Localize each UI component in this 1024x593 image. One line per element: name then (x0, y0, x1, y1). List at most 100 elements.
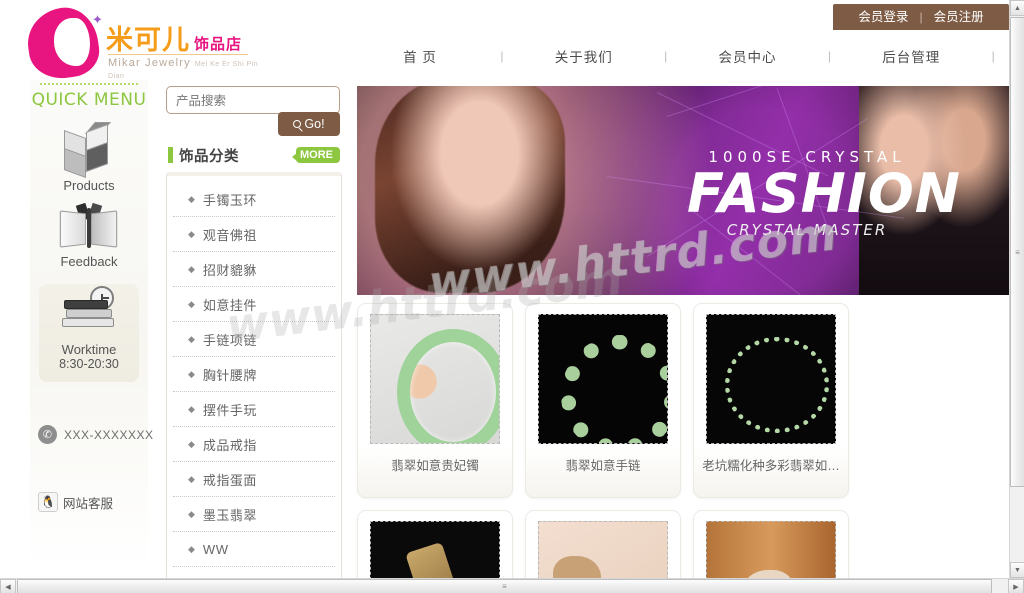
nav-separator: | (500, 49, 504, 63)
logo-brand-shop: 饰品店 (194, 35, 243, 53)
diamond-bullet-icon: ◆ (188, 543, 195, 554)
nav-separator: | (827, 49, 831, 63)
clock-books-icon (58, 286, 120, 340)
category-item[interactable]: ◆ 手镯玉环 (173, 182, 335, 217)
member-login-button[interactable]: 会员登录 (847, 4, 919, 30)
product-thumbnail (370, 314, 500, 444)
category-item[interactable]: ◆ 手链项链 (173, 322, 335, 357)
category-item[interactable]: ◆ 墨玉翡翠 (173, 497, 335, 532)
vertical-scrollbar[interactable]: ▲ ≡ ▼ (1009, 0, 1024, 578)
scroll-left-arrow-icon[interactable]: ◀ (0, 579, 16, 593)
hero-banner[interactable]: 1000SE CRYSTAL FASHION CRYSTAL MASTER ww… (357, 86, 1009, 295)
diamond-bullet-icon: ◆ (188, 193, 195, 204)
nav-item-about-us[interactable]: 关于我们 (519, 46, 649, 66)
qq-icon: 🐧 (38, 492, 58, 512)
quick-menu-item-feedback[interactable]: Feedback (39, 202, 139, 269)
category-item[interactable]: ◆ 胸针腰牌 (173, 357, 335, 392)
diamond-bullet-icon: ◆ (188, 403, 195, 414)
diamond-bullet-icon: ◆ (188, 368, 195, 379)
site-logo[interactable]: ✦ 米可儿 饰品店 Mikar Jewelry Mei Ke Er Shi Pin … (20, 3, 260, 83)
book-icon (59, 202, 118, 252)
banner-model-left (375, 86, 565, 293)
category-item[interactable]: ◆ 摆件手玩 (173, 392, 335, 427)
banner-text: 1000SE CRYSTAL FASHION CRYSTAL MASTER (687, 148, 961, 239)
category-title: 饰品分类 (179, 148, 239, 165)
category-list: ◆ 手镯玉环 ◆ 观音佛祖 ◆ 招财貔貅 ◆ 如意挂件 ◆ 手链项链 ◆ 胸针腰牌 ◆ 摆件手玩 ◆ 成品戒指… (167, 176, 341, 567)
contact-phone-number: XXX-XXXXXXX (64, 427, 154, 442)
customer-service-label: 网站客服 (63, 496, 114, 511)
scroll-down-arrow-icon[interactable]: ▼ (1010, 562, 1024, 578)
category-item[interactable]: ◆ 如意挂件 (173, 287, 335, 322)
diamond-bullet-icon: ◆ (188, 508, 195, 519)
member-register-button[interactable]: 会员注册 (923, 4, 995, 30)
quick-menu-dotted-rule (40, 83, 138, 85)
horizontal-scrollbar-thumb[interactable]: ≡ (17, 579, 992, 593)
quick-menu-item-worktime[interactable]: Worktime 8:30-20:30 (39, 284, 139, 382)
diamond-bullet-icon: ◆ (188, 298, 195, 309)
diamond-bullet-icon: ◆ (188, 228, 195, 239)
scroll-up-arrow-icon[interactable]: ▲ (1010, 0, 1024, 16)
product-title: 翡翠如意手链 (565, 459, 641, 473)
category-item-label: WW (202, 541, 229, 557)
quick-menu-feedback-label: Feedback (60, 254, 118, 269)
category-item-label: 墨玉翡翠 (202, 507, 257, 523)
product-thumbnail (538, 314, 668, 444)
horizontal-scrollbar[interactable]: ◀ ≡ ▶ (0, 578, 1024, 593)
product-card[interactable]: 翡翠如意手链 (525, 303, 681, 498)
nav-item-member-center[interactable]: 会员中心 (683, 46, 813, 66)
category-accent-bar (168, 147, 173, 163)
customer-service-link[interactable]: 🐧 网站客服 (38, 492, 113, 512)
category-item[interactable]: ◆ 观音佛祖 (173, 217, 335, 252)
scroll-right-arrow-icon[interactable]: ▶ (1008, 579, 1024, 593)
category-item[interactable]: ◆ 招财貔貅 (173, 252, 335, 287)
product-thumbnail (706, 314, 836, 444)
woman-silhouette-icon (23, 3, 103, 83)
magnifier-icon (293, 120, 302, 128)
butterfly-icon: ✦ (92, 12, 103, 27)
product-card[interactable]: 翡翠如意贵妃镯 (357, 303, 513, 498)
category-item-label: 如意挂件 (202, 297, 257, 313)
cube-icon (62, 122, 116, 179)
diamond-bullet-icon: ◆ (188, 438, 195, 449)
category-panel: ◆ 手镯玉环 ◆ 观音佛祖 ◆ 招财貔貅 ◆ 如意挂件 ◆ 手链项链 ◆ 胸针腰牌 ◆ 摆件手玩 ◆ 成品戒指… (166, 172, 342, 580)
product-title: 翡翠如意贵妃镯 (391, 459, 479, 473)
logo-brand-name: 米可儿 (106, 25, 190, 56)
diamond-bullet-icon: ◆ (188, 473, 195, 484)
category-more-button[interactable]: MORE (292, 147, 340, 163)
nav-item-admin[interactable]: 后台管理 (846, 46, 976, 66)
category-item[interactable]: ◆ 成品戒指 (173, 427, 335, 462)
logo-brand-en: Mikar Jewelry Mei Ke Er Shi Pin Dian (108, 57, 260, 81)
auth-bar: 会员登录 | 会员注册 (833, 4, 1009, 30)
search-box[interactable] (166, 86, 340, 114)
quick-menu-worktime-hours: 8:30-20:30 (59, 357, 119, 371)
category-item-label: 胸针腰牌 (202, 367, 257, 383)
quick-menu-item-products[interactable]: Products (39, 122, 139, 193)
phone-icon: ✆ (38, 425, 57, 444)
category-item-label: 成品戒指 (202, 437, 257, 453)
contact-phone: ✆ XXX-XXXXXXX (38, 425, 154, 444)
quick-menu-worktime-label: Worktime (61, 342, 117, 357)
logo-divider (108, 54, 248, 55)
category-item-label: 手镯玉环 (202, 192, 257, 208)
banner-line-2: FASHION (687, 162, 961, 225)
search-go-label: Go! (304, 117, 325, 131)
page-root: 会员登录 | 会员注册 ✦ 米可儿 饰品店 Mikar Jewelry Mei Ke… (0, 0, 1024, 593)
quick-menu-products-label: Products (63, 178, 115, 193)
category-item-label: 摆件手玩 (202, 402, 257, 418)
category-item[interactable]: ◆ 戒指蛋面 (173, 462, 335, 497)
category-item[interactable]: ◆ WW (173, 532, 335, 567)
vertical-scrollbar-thumb[interactable]: ≡ (1010, 17, 1024, 487)
category-item-label: 手链项链 (202, 332, 257, 348)
product-title: 老坑糯化种多彩翡翠如… (702, 459, 840, 473)
nav-separator: | (991, 49, 995, 63)
diamond-bullet-icon: ◆ (188, 263, 195, 274)
category-item-label: 戒指蛋面 (202, 472, 257, 488)
search-go-button[interactable]: Go! (278, 112, 340, 136)
nav-item-home[interactable]: 首 页 (355, 46, 485, 66)
search-input[interactable] (167, 87, 339, 113)
product-grid: 翡翠如意贵妃镯翡翠如意手链老坑糯化种多彩翡翠如…精品翡翠如意胸坠 (357, 303, 1009, 593)
product-card[interactable]: 老坑糯化种多彩翡翠如… (693, 303, 849, 498)
logo-brand-en-text: Mikar Jewelry (108, 57, 191, 69)
nav-separator: | (664, 49, 668, 63)
category-header: 饰品分类 MORE (168, 144, 340, 166)
